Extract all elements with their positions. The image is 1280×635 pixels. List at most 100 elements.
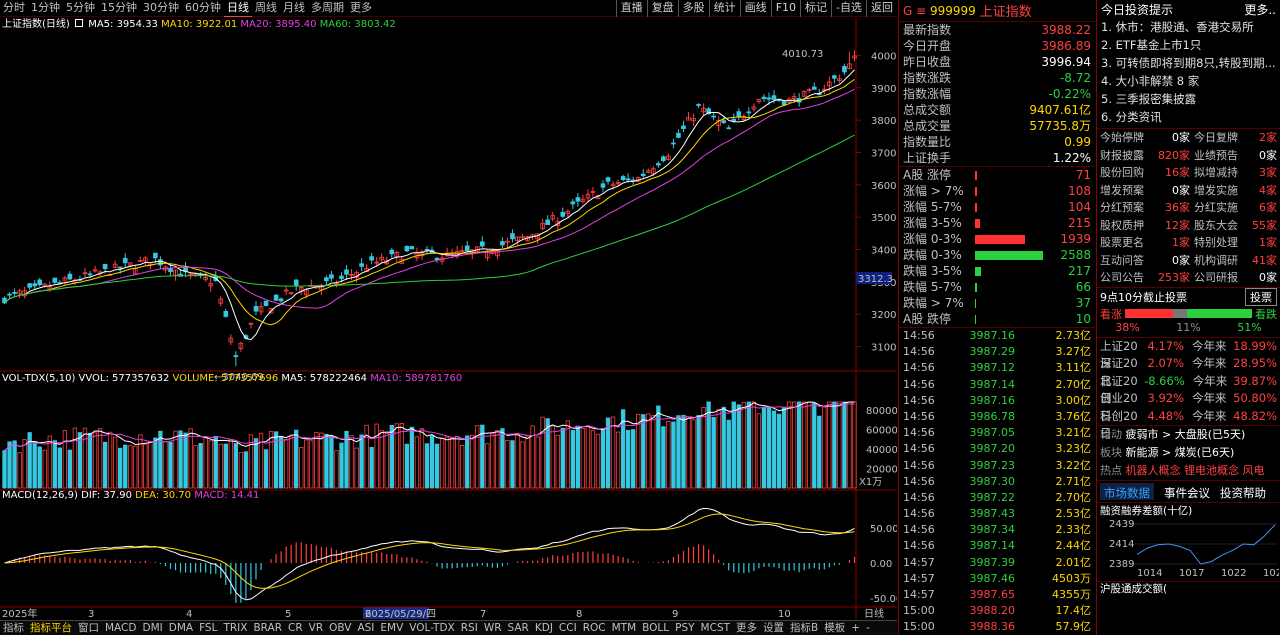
indicator-tab[interactable]: ROC [580,621,609,635]
toolbar-button[interactable]: 统计 [708,0,740,17]
timeframe-tab[interactable]: 5分钟 [63,0,98,17]
indicator-tab[interactable]: PSY [672,621,697,635]
indicator-tab[interactable]: - [863,621,873,635]
tick-time: 14:57 [903,588,935,601]
toolbar-button[interactable]: 返回 [866,0,897,17]
toolbar-button[interactable]: 画线 [739,0,771,17]
toolbar-button[interactable]: -自选 [831,0,866,17]
hot-topic-2[interactable]: 锂电池概念 [1184,464,1239,477]
hot-topic-3[interactable]: 风电 [1243,464,1265,477]
event-count[interactable]: 12家 [1144,217,1190,235]
indicator-tab[interactable]: + [848,621,863,635]
indicator-tab[interactable]: MCST [698,621,733,635]
tips-more-link[interactable]: 更多.. [1244,1,1276,18]
timeframe-tab[interactable]: 更多 [347,0,375,17]
vote-button[interactable]: 投票 [1245,288,1277,306]
event-count[interactable]: 36家 [1144,199,1190,217]
event-count[interactable]: 0家 [1144,182,1190,200]
indicator-tab[interactable]: BOLL [639,621,672,635]
indicator-tab[interactable]: SAR [505,621,532,635]
news-item[interactable]: 4. 大小非解禁 8 家 [1097,72,1280,90]
perf-ytd-label: 今年来 [1192,373,1228,388]
chart-area[interactable]: 4000390038003700360035003400330032003100… [0,18,897,620]
indicator-tab[interactable]: DMI [139,621,165,635]
event-count[interactable]: 16家 [1144,164,1190,182]
indicator-tab[interactable]: 设置 [760,621,787,635]
indicator-tab[interactable]: MTM [609,621,640,635]
timeframe-tab[interactable]: 15分钟 [98,0,140,17]
timeframe-tab[interactable]: 分时 [0,0,28,17]
hot-topic-1[interactable]: 机器人概念 [1126,464,1181,477]
event-count[interactable]: 0家 [1144,252,1190,270]
indicator-tab[interactable]: BRAR [250,621,285,635]
event-count[interactable]: 820家 [1144,147,1190,165]
indicator-tab[interactable]: TRIX [220,621,250,635]
market-tab[interactable]: 事件会议 [1164,483,1210,500]
toolbar-button[interactable]: 复盘 [646,0,678,17]
indicator-tab[interactable]: EMV [377,621,406,635]
event-count[interactable]: 1家 [1144,234,1190,252]
timeframe-tab[interactable]: 多周期 [308,0,347,17]
market-tab[interactable]: 市场数据 [1100,483,1154,500]
indicator-tab[interactable]: DMA [166,621,196,635]
volume-bar [253,438,259,489]
toolbar-button[interactable]: 标记 [800,0,831,17]
indicator-tab[interactable]: VR [306,621,326,635]
timeframe-tab[interactable]: 日线 [224,0,252,17]
toolbar-button[interactable]: 多股 [677,0,709,17]
event-count[interactable]: 6家 [1259,199,1277,217]
timeframe-tab[interactable]: 30分钟 [140,0,182,17]
news-item[interactable]: 3. 可转债即将到期8只,转股到期... [1097,54,1280,72]
news-item[interactable]: 6. 分类资讯 [1097,108,1280,126]
event-count[interactable]: 4家 [1259,182,1277,200]
indicator-tab[interactable]: 窗口 [75,621,102,635]
indicator-tab[interactable]: 指标 [0,621,27,635]
news-item[interactable]: 1. 休市：港股通、香港交易所 [1097,18,1280,36]
event-count[interactable]: 0家 [1144,129,1190,147]
indicator-tab[interactable]: 更多 [733,621,760,635]
rotation-value[interactable]: 疲弱市 > 大盘股(已5天) [1126,428,1246,441]
candle-body [32,283,38,287]
volume-bar [188,428,193,489]
timeframe-tab[interactable]: 月线 [280,0,308,17]
timeframe-tab[interactable]: 1分钟 [28,0,63,17]
tick-price: 3986.78 [969,409,1016,423]
event-count[interactable]: 0家 [1259,269,1277,287]
margin-y-label: 2389 [1109,559,1134,570]
event-count[interactable]: 253家 [1144,269,1190,287]
event-count[interactable]: 55家 [1252,217,1277,235]
perf-row: 深证20日 2.07% 今年来 28.95% [1097,355,1280,388]
indicator-tab[interactable]: MACD [102,621,139,635]
indicator-tab[interactable]: 模板 [821,621,848,635]
news-item[interactable]: 2. ETF基金上市1只 [1097,36,1280,54]
indicator-tab[interactable]: 指标B [787,621,821,635]
volume-bar [102,441,108,489]
indicator-tab[interactable]: KDJ [532,621,556,635]
indicator-tab[interactable]: VOL-TDX [406,621,457,635]
indicator-tab[interactable]: CCI [556,621,580,635]
breadth-count: 217 [1068,264,1091,278]
indicator-tab[interactable]: CR [285,621,306,635]
connect-title: 沪股通成交额( [1097,581,1280,595]
timeframe-tab[interactable]: 周线 [252,0,280,17]
indicator-tab[interactable]: 指标平台 [27,621,75,635]
toolbar-button[interactable]: F10 [770,0,800,17]
volume-bar [686,416,691,489]
event-count[interactable]: 1家 [1259,234,1277,252]
toolbar-button[interactable]: 直播 [615,0,647,17]
event-count[interactable]: 3家 [1259,164,1277,182]
news-item[interactable]: 5. 三季报密集披露 [1097,90,1280,108]
indicator-tab[interactable]: FSL [196,621,220,635]
tick-row: 14:57 3987.39 2.01亿 [899,555,1095,571]
indicator-tab[interactable]: WR [481,621,505,635]
event-count[interactable]: 0家 [1259,147,1277,165]
sector-value[interactable]: 新能源 > 煤炭(已6天) [1126,446,1235,459]
event-count[interactable]: 41家 [1252,252,1277,270]
timeframe-tab[interactable]: 60分钟 [182,0,224,17]
market-tab[interactable]: 投资帮助 [1220,483,1266,500]
tick-list[interactable]: 14:56 3987.16 2.73亿 14:56 3987.29 3.27亿 14:56 3… [899,327,1095,635]
indicator-tab[interactable]: ASI [354,621,377,635]
indicator-tab[interactable]: OBV [326,621,354,635]
event-count[interactable]: 2家 [1259,129,1277,147]
indicator-tab[interactable]: RSI [458,621,481,635]
